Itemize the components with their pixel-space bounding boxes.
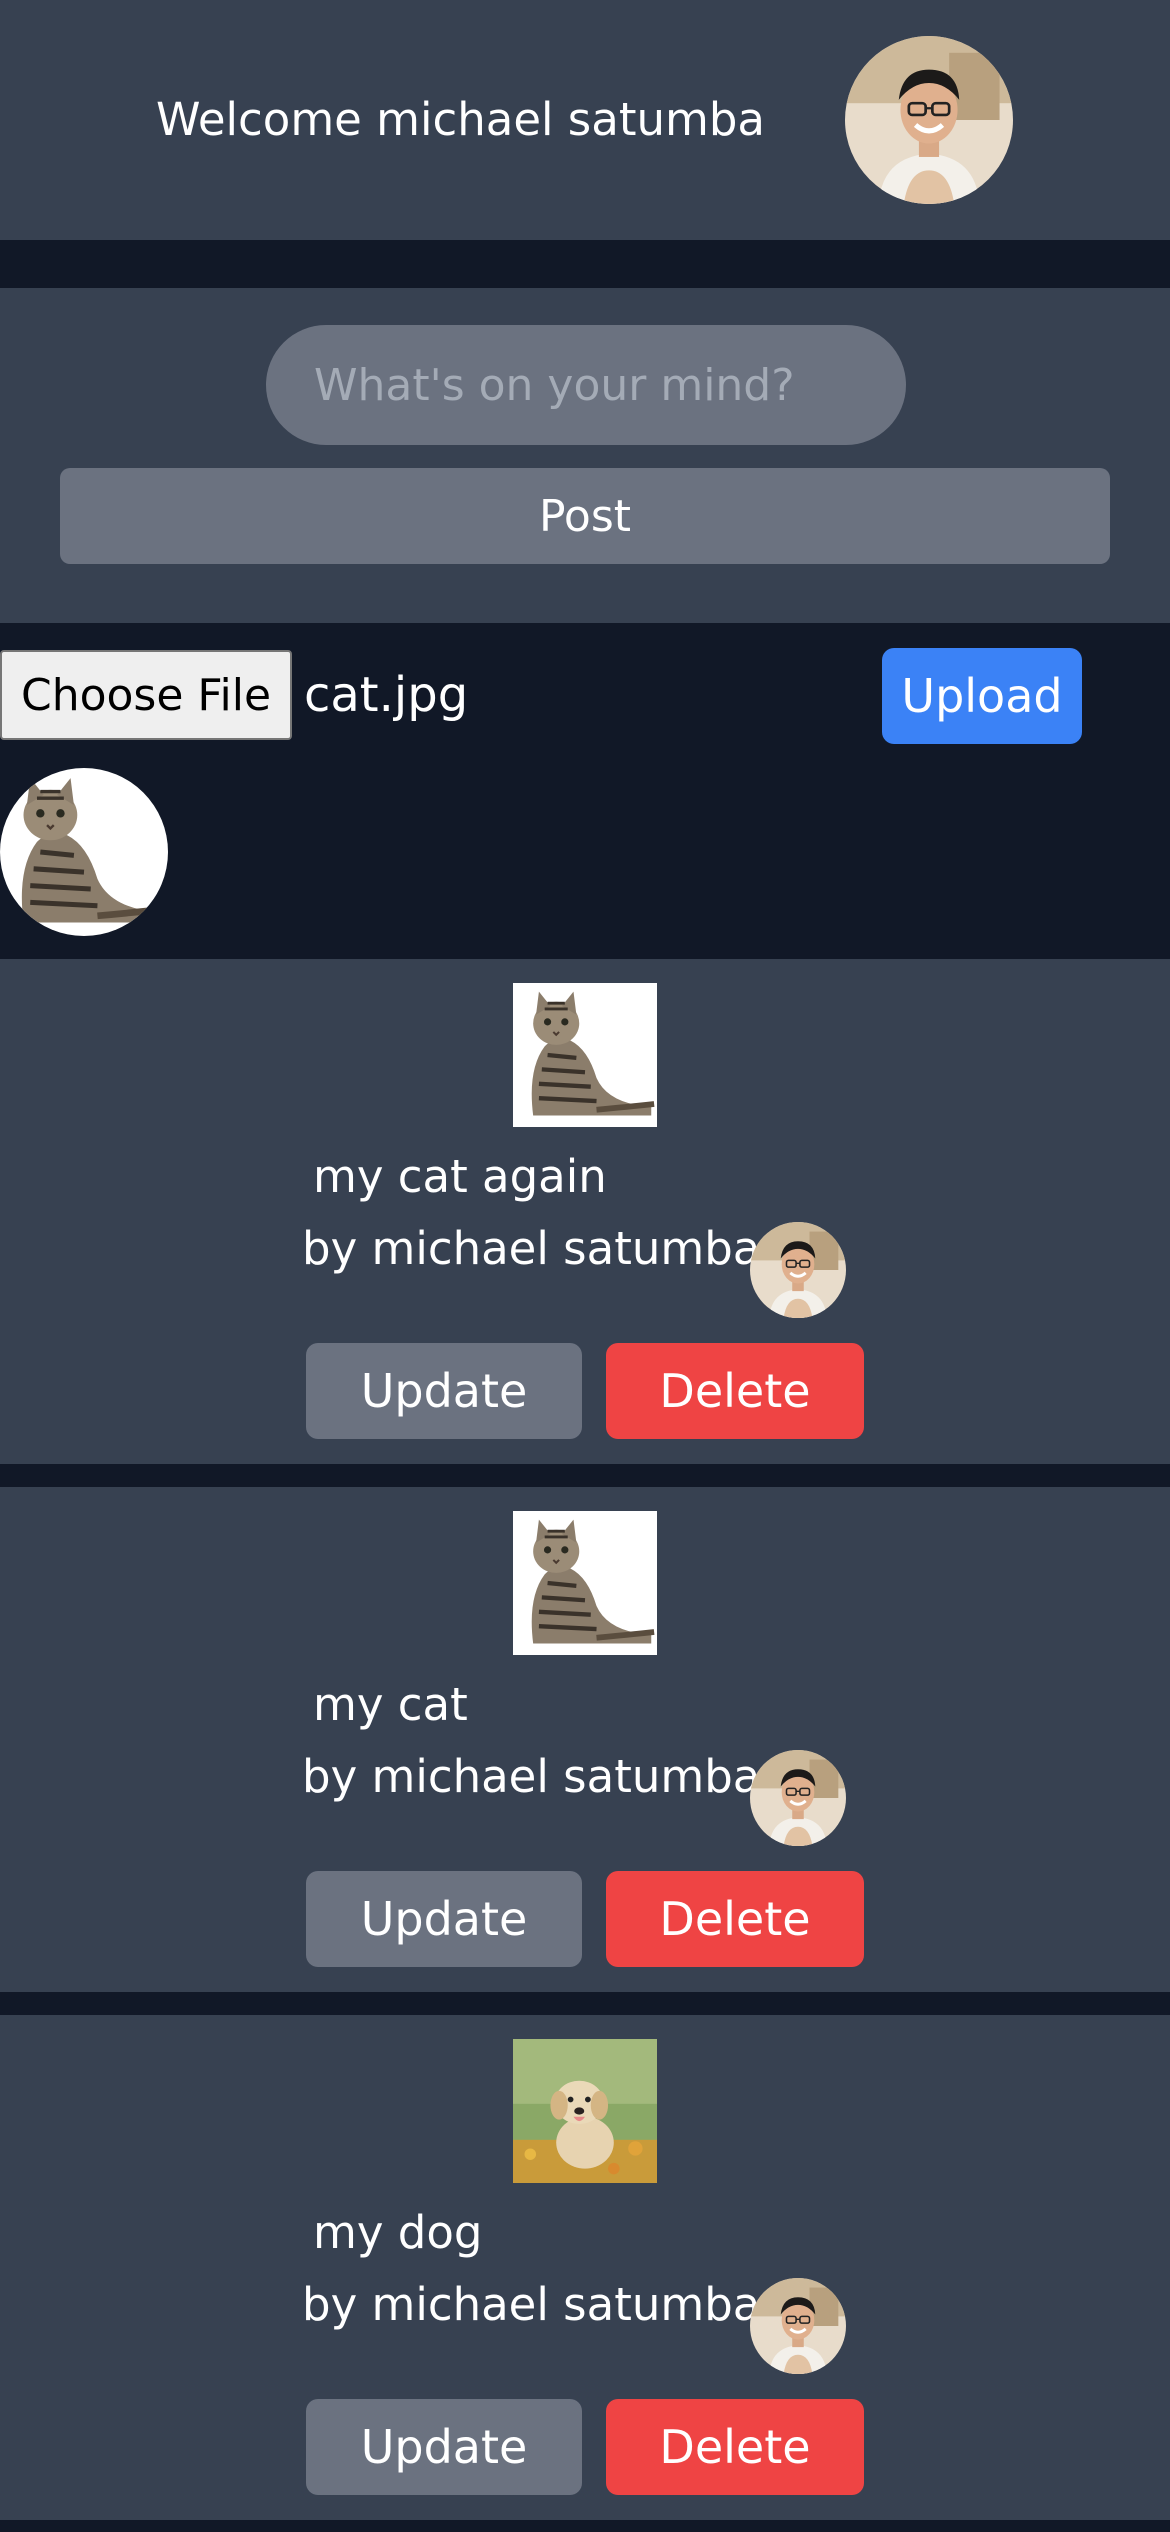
- post-author: by michael satumba: [302, 1222, 761, 1275]
- selected-file-name: cat.jpg: [304, 667, 469, 723]
- update-button[interactable]: Update: [306, 1343, 582, 1439]
- post-text: my dog: [313, 2206, 483, 2259]
- welcome-text: Welcome michael satumba: [156, 93, 765, 146]
- post-image: [513, 983, 657, 1127]
- post-image: [513, 2039, 657, 2183]
- post-card: my cat by michael satumba Update Delete: [0, 1487, 1170, 1992]
- delete-button[interactable]: Delete: [606, 1343, 864, 1439]
- upload-button[interactable]: Upload: [882, 648, 1082, 744]
- post-image: [513, 1511, 657, 1655]
- author-avatar: [750, 1222, 846, 1318]
- post-card: my dog by michael satumba Update Delete: [0, 2015, 1170, 2520]
- update-button[interactable]: Update: [306, 2399, 582, 2495]
- upload-preview-image: [0, 768, 168, 936]
- delete-button[interactable]: Delete: [606, 1871, 864, 1967]
- post-text: my cat: [313, 1678, 468, 1731]
- post-card: my cat again by michael satumba Update D…: [0, 959, 1170, 1464]
- user-avatar[interactable]: [845, 36, 1013, 204]
- post-composer: Post: [0, 288, 1170, 623]
- post-author: by michael satumba: [302, 2278, 761, 2331]
- choose-file-button[interactable]: Choose File: [0, 650, 292, 740]
- author-avatar: [750, 1750, 846, 1846]
- header: Welcome michael satumba: [0, 0, 1170, 240]
- post-text: my cat again: [313, 1150, 607, 1203]
- post-author: by michael satumba: [302, 1750, 761, 1803]
- delete-button[interactable]: Delete: [606, 2399, 864, 2495]
- author-avatar: [750, 2278, 846, 2374]
- update-button[interactable]: Update: [306, 1871, 582, 1967]
- status-input[interactable]: [266, 325, 906, 445]
- post-button[interactable]: Post: [60, 468, 1110, 564]
- upload-area: Choose File cat.jpg Upload: [0, 623, 1170, 959]
